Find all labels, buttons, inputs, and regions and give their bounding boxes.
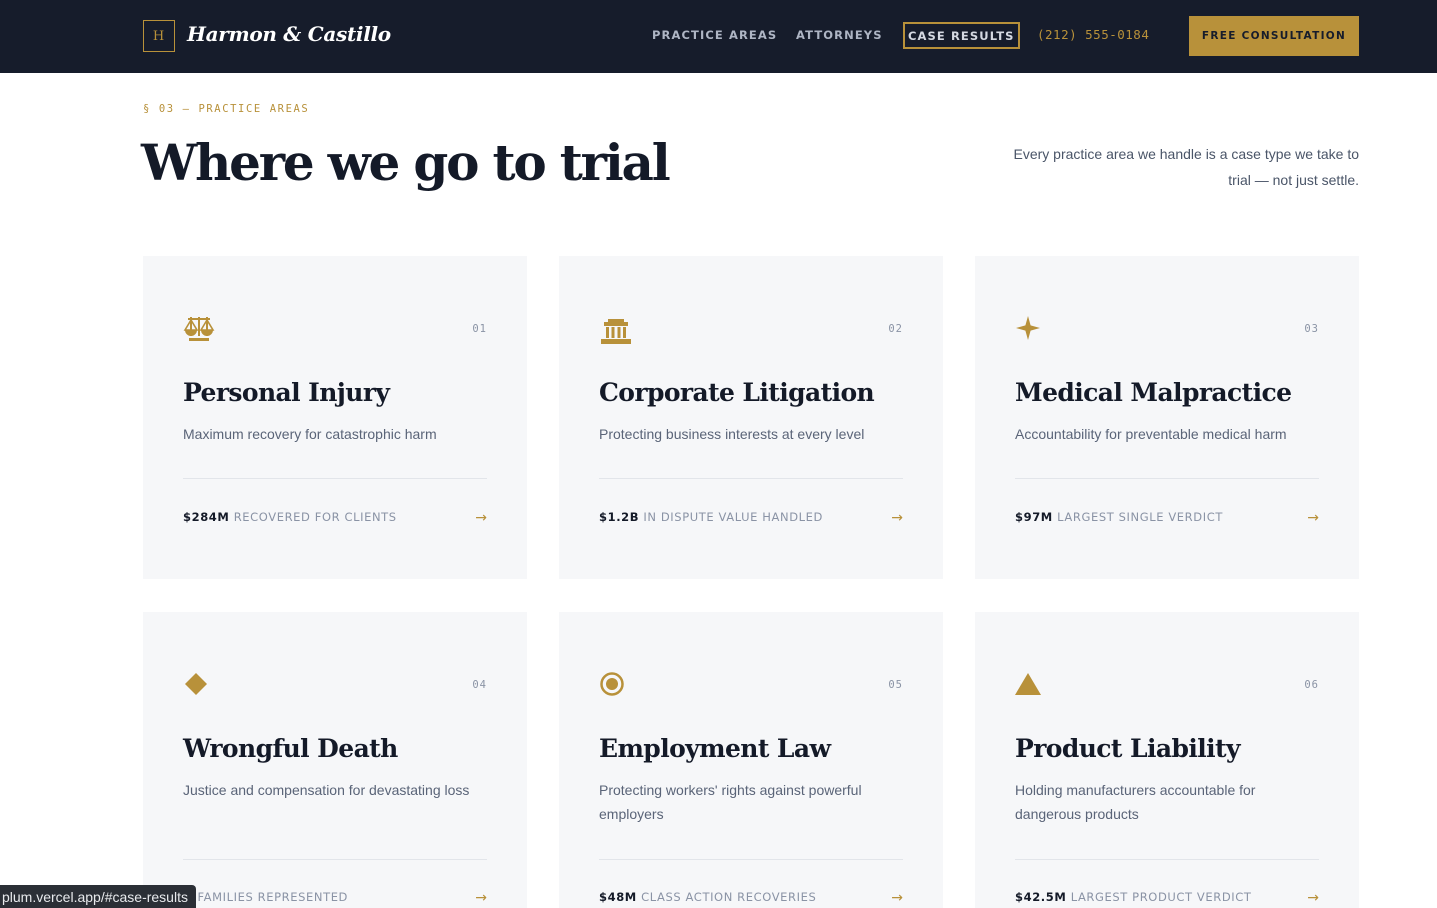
card-divider [1015, 478, 1319, 479]
card-stat: $97M LARGEST SINGLE VERDICT [1015, 510, 1223, 524]
practice-card-medical-malpractice[interactable]: 03 Medical Malpractice Accountability fo… [975, 256, 1359, 579]
stat-value: $42.5M [1015, 890, 1067, 904]
arrow-right-icon[interactable]: → [1307, 890, 1319, 906]
practice-card-corporate-litigation[interactable]: 02 Corporate Litigation Protecting busin… [559, 256, 943, 579]
stat-value: $97M [1015, 510, 1053, 524]
nav-link-case-results[interactable]: CASE RESULTS [903, 22, 1020, 49]
nav-link-practice-areas[interactable]: PRACTICE AREAS [652, 28, 777, 42]
arrow-right-icon[interactable]: → [891, 510, 903, 526]
card-number: 06 [1304, 679, 1319, 691]
card-title: Medical Malpractice [1015, 378, 1292, 407]
logo-mark[interactable]: H [143, 20, 175, 52]
practice-card-wrongful-death[interactable]: 04 Wrongful Death Justice and compensati… [143, 612, 527, 908]
card-stat: $284M RECOVERED FOR CLIENTS [183, 510, 397, 524]
sparkle-icon [1015, 314, 1047, 346]
practice-card-employment-law[interactable]: 05 Employment Law Protecting workers' ri… [559, 612, 943, 908]
courthouse-icon [599, 314, 631, 346]
card-description: Protecting business interests at every l… [599, 426, 865, 442]
card-title: Wrongful Death [183, 734, 398, 763]
arrow-right-icon[interactable]: → [475, 890, 487, 906]
card-number: 02 [888, 323, 903, 335]
card-divider [183, 859, 487, 860]
arrow-right-icon[interactable]: → [891, 890, 903, 906]
card-number: 01 [472, 323, 487, 335]
card-stat: $42.5M LARGEST PRODUCT VERDICT [1015, 890, 1252, 904]
card-divider [599, 478, 903, 479]
card-title: Corporate Litigation [599, 378, 875, 407]
card-description: Justice and compensation for devastating… [183, 782, 470, 798]
card-divider [599, 859, 903, 860]
card-description: Maximum recovery for catastrophic harm [183, 426, 437, 442]
triangle-icon [1015, 670, 1047, 702]
practice-card-personal-injury[interactable]: 01 Personal Injury Maximum recovery for … [143, 256, 527, 579]
scales-icon [183, 314, 215, 346]
card-description: Holding manufacturers accountable for da… [1015, 782, 1256, 822]
arrow-right-icon[interactable]: → [1307, 510, 1319, 526]
stat-value: $1.2B [599, 510, 640, 524]
stat-label: RECOVERED FOR CLIENTS [233, 510, 397, 524]
card-description: Accountability for preventable medical h… [1015, 426, 1287, 442]
nav-link-attorneys[interactable]: ATTORNEYS [796, 28, 883, 42]
card-title: Personal Injury [183, 378, 390, 407]
top-navbar: H Harmon & Castillo PRACTICE AREAS ATTOR… [0, 0, 1437, 73]
card-title: Product Liability [1015, 734, 1241, 763]
stat-label: IN DISPUTE VALUE HANDLED [643, 510, 823, 524]
card-stat: + FAMILIES REPRESENTED [183, 890, 348, 904]
card-number: 04 [472, 679, 487, 691]
stat-value: $48M [599, 890, 637, 904]
card-stat: $1.2B IN DISPUTE VALUE HANDLED [599, 510, 823, 524]
card-stat: $48M CLASS ACTION RECOVERIES [599, 890, 816, 904]
card-divider [1015, 859, 1319, 860]
target-icon [599, 670, 631, 702]
card-divider [183, 478, 487, 479]
card-description: Protecting workers' rights against power… [599, 782, 862, 822]
arrow-right-icon[interactable]: → [475, 510, 487, 526]
stat-label: LARGEST SINGLE VERDICT [1057, 510, 1223, 524]
page-title: Where we go to trial [141, 133, 671, 192]
brand-name[interactable]: Harmon & Castillo [187, 22, 391, 46]
diamond-icon [183, 670, 215, 702]
free-consultation-button[interactable]: FREE CONSULTATION [1189, 16, 1359, 56]
practice-card-product-liability[interactable]: 06 Product Liability Holding manufacture… [975, 612, 1359, 908]
stat-label: + FAMILIES REPRESENTED [183, 890, 349, 904]
section-eyebrow: § 03 — PRACTICE AREAS [143, 103, 310, 115]
card-number: 03 [1304, 323, 1319, 335]
link-preview-status-bar: plum.vercel.app/#case-results [0, 885, 196, 908]
card-title: Employment Law [599, 734, 831, 763]
stat-label: CLASS ACTION RECOVERIES [641, 890, 817, 904]
stat-label: LARGEST PRODUCT VERDICT [1070, 890, 1252, 904]
section-intro: Every practice area we handle is a case … [1013, 146, 1359, 188]
phone-link[interactable]: (212) 555-0184 [1037, 27, 1149, 42]
stat-value: $284M [183, 510, 230, 524]
card-number: 05 [888, 679, 903, 691]
